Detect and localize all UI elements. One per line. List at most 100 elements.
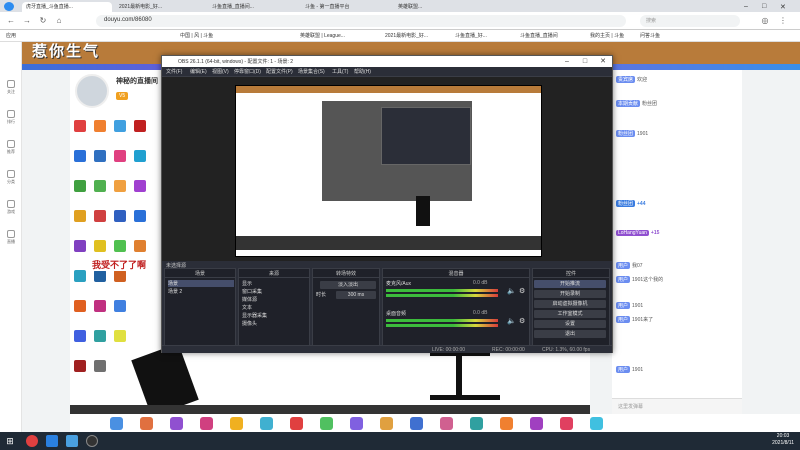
bookmark-item[interactable]: 2021最新电影_好... [385, 32, 428, 39]
gift-icon[interactable] [350, 417, 363, 430]
close-icon[interactable]: ✕ [776, 2, 790, 12]
source-item[interactable]: 媒体源 [242, 296, 257, 303]
menu-tools[interactable]: 工具(T) [332, 68, 348, 75]
search-input[interactable]: 搜索 [640, 15, 740, 27]
tab-2[interactable]: 斗鱼直播_直播间... [208, 2, 298, 12]
gift-icon[interactable] [170, 417, 183, 430]
tab-4[interactable]: 英雄联盟... [394, 2, 484, 12]
gift-icon[interactable] [530, 417, 543, 430]
source-item[interactable]: 摄像头 [242, 320, 257, 327]
cpu-status: CPU: 1.3%, 60.00 fps [542, 347, 591, 353]
gift-icon[interactable] [470, 417, 483, 430]
game-shape [416, 196, 430, 226]
gift-icon[interactable] [200, 417, 213, 430]
obs-menu-bar: 文件(F) 编辑(E) 视图(V) 停靠窗口(D) 配置文件(P) 场景集合(S… [162, 67, 612, 77]
minimize-icon[interactable]: – [740, 2, 754, 12]
desktop-icon [94, 150, 106, 162]
obs-close-icon[interactable]: ✕ [594, 56, 612, 67]
desktop-icon [74, 120, 86, 132]
bookmark-item[interactable]: 我的主页 | 斗鱼 [590, 32, 624, 39]
clock[interactable]: 20:03 2021/8/11 [772, 433, 794, 447]
back-icon[interactable]: ← [6, 16, 16, 26]
gear-icon[interactable]: ⚙ [519, 287, 525, 295]
nav-item[interactable]: 直播 [2, 230, 20, 245]
gift-icon[interactable] [410, 417, 423, 430]
source-item[interactable]: 窗口采集 [242, 288, 262, 295]
nav-item[interactable]: 分类 [2, 170, 20, 185]
nav-item[interactable]: 推荐 [2, 140, 20, 155]
gift-icon[interactable] [260, 417, 273, 430]
gift-icon[interactable] [500, 417, 513, 430]
nav-item[interactable]: 排行 [2, 110, 20, 125]
bookmark-item[interactable]: 斗鱼直播_直播间 [520, 32, 558, 39]
bookmark-item[interactable]: 斗鱼直播_好... [455, 32, 487, 39]
exit-button[interactable]: 退出 [534, 330, 606, 338]
obs-minimize-icon[interactable]: – [558, 56, 576, 67]
gift-icon[interactable] [110, 417, 123, 430]
gear-icon[interactable]: ⚙ [519, 317, 525, 325]
left-nav: 关注 排行 推荐 分类 游戏 直播 [0, 42, 22, 432]
gift-icon[interactable] [290, 417, 303, 430]
obs-window: OBS 26.1.1 (64-bit, windows) - 配置文件: 1 -… [161, 55, 613, 353]
start-icon[interactable]: ⊞ [4, 435, 16, 447]
extension-icon[interactable]: ◎ [760, 16, 770, 26]
gift-icon[interactable] [140, 417, 153, 430]
bookmark-item[interactable]: 问答斗鱼 [640, 32, 660, 39]
chrome-icon[interactable] [26, 435, 38, 447]
desktop-icon [114, 150, 126, 162]
app-icon[interactable] [46, 435, 58, 447]
chat-input[interactable]: 这里发弹幕 [612, 398, 742, 414]
menu-help[interactable]: 帮助(H) [354, 68, 371, 75]
bookmark-item[interactable]: 中国 | 风 | 斗鱼 [180, 32, 213, 39]
duration-input[interactable]: 300 ms [336, 291, 376, 299]
start-streaming-button[interactable]: 开始推流 [534, 280, 606, 288]
obs-maximize-icon[interactable]: □ [576, 56, 594, 67]
menu-file[interactable]: 文件(F) [166, 68, 182, 75]
nav-item[interactable]: 关注 [2, 80, 20, 95]
menu-docks[interactable]: 停靠窗口(D) [234, 68, 261, 75]
gift-icon[interactable] [380, 417, 393, 430]
gift-icon[interactable] [230, 417, 243, 430]
scene-item[interactable]: 场景 2 [168, 288, 182, 295]
home-icon[interactable]: ⌂ [54, 16, 64, 26]
menu-icon[interactable]: ⋮ [778, 16, 788, 26]
gift-icon[interactable] [320, 417, 333, 430]
bookmark-item[interactable]: 应用 [6, 32, 16, 39]
bookmark-item[interactable]: 英雄联盟 | League... [300, 32, 345, 39]
app-icon[interactable] [66, 435, 78, 447]
heart-icon [7, 80, 15, 88]
obs-preview[interactable] [162, 77, 612, 263]
settings-button[interactable]: 设置 [534, 320, 606, 328]
gift-icon[interactable] [560, 417, 573, 430]
virtual-camera-button[interactable]: 启动虚拟摄像机 [534, 300, 606, 308]
gift-icon[interactable] [590, 417, 603, 430]
source-item[interactable]: 文本 [242, 304, 252, 311]
live-status: LIVE: 00:00:00 [432, 347, 466, 353]
source-item[interactable]: 显示 [242, 280, 252, 287]
speaker-icon[interactable]: 🔈 [507, 317, 516, 325]
tab-3[interactable]: 斗鱼 - 第一直播平台 [301, 2, 391, 12]
tab-1[interactable]: 2021最新电影_好... [115, 2, 205, 12]
nav-item[interactable]: 游戏 [2, 200, 20, 215]
avatar[interactable] [75, 74, 109, 108]
menu-scene-collection[interactable]: 场景集合(S) [298, 68, 325, 75]
forward-icon[interactable]: → [22, 16, 32, 26]
menu-view[interactable]: 视图(V) [212, 68, 229, 75]
maximize-icon[interactable]: □ [758, 2, 772, 12]
transition-select[interactable]: 淡入淡出 [320, 281, 376, 289]
url-input[interactable]: douyu.com/86080 [96, 15, 626, 27]
speaker-icon[interactable]: 🔈 [507, 287, 516, 295]
desktop-icon [114, 240, 126, 252]
tab-0[interactable]: 虎牙直播_斗鱼直播... [22, 2, 112, 12]
scene-item[interactable]: 场景 [168, 280, 234, 287]
video-controls[interactable] [70, 405, 590, 414]
gift-icon[interactable] [440, 417, 453, 430]
obs-icon[interactable] [86, 435, 98, 447]
menu-profile[interactable]: 配置文件(P) [266, 68, 293, 75]
start-recording-button[interactable]: 开始录制 [534, 290, 606, 298]
source-item[interactable]: 显示器采集 [242, 312, 267, 319]
reload-icon[interactable]: ↻ [38, 16, 48, 26]
bookmarks-bar: 应用 中国 | 风 | 斗鱼 英雄联盟 | League... 2021最新电影… [0, 30, 800, 42]
studio-mode-button[interactable]: 工作室模式 [534, 310, 606, 318]
menu-edit[interactable]: 编辑(E) [190, 68, 207, 75]
